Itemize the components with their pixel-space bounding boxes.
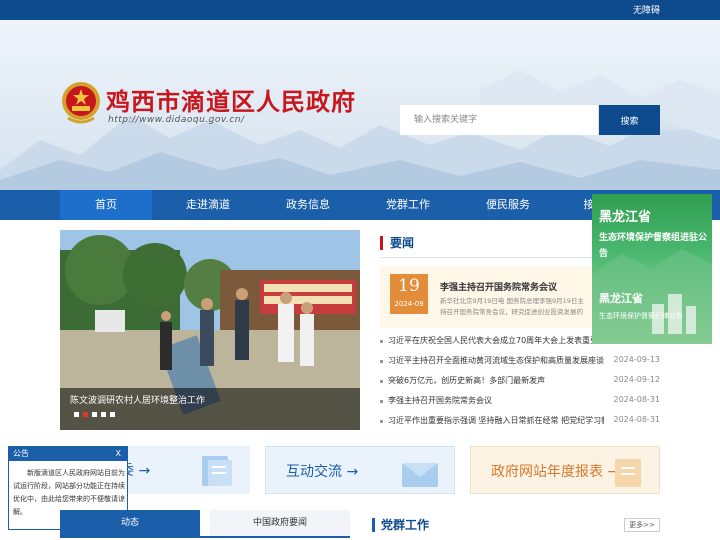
slide-dot[interactable] (74, 412, 79, 417)
header-banner: 鸡西市滴道区人民政府 http://www.didaoqu.gov.cn/ 搜索 (0, 20, 720, 190)
headline-title[interactable]: 李强主持召开国务院常务会议 (440, 280, 557, 293)
bullet-icon (380, 340, 383, 343)
news-section-title[interactable]: 要闻 (390, 234, 414, 251)
bullet-icon (380, 380, 383, 383)
ad-line-3: 黑龙江省 (599, 292, 643, 305)
report-icon (615, 459, 641, 487)
list-item-title[interactable]: 习近平在庆祝全国人民代表大会成立70周年大会上发表重要讲话 (388, 335, 604, 346)
slide-dot[interactable] (101, 412, 106, 417)
bullet-icon (380, 400, 383, 403)
list-item-title[interactable]: 习近平作出重要指示强调 坚持融入日常抓在经常 把党纪学习教育成果转化 (388, 415, 604, 426)
ad-line-2: 生态环境保护督察组进驻公告 (599, 233, 708, 259)
list-item-date: 2024-08-31 (613, 415, 661, 424)
slide-dot-active[interactable] (83, 412, 88, 417)
slide-dot[interactable] (110, 412, 115, 417)
card-annual-report[interactable]: 政府网站年度报表 → (470, 446, 660, 494)
list-item[interactable]: 习近平作出重要指示强调 坚持融入日常抓在经常 把党纪学习教育成果转化 2024-… (380, 414, 660, 430)
headline-date: 19 2024-09 (390, 274, 428, 314)
card-interaction[interactable]: 互动交流 → (265, 446, 455, 494)
search-button[interactable]: 搜索 (599, 105, 660, 135)
slide-indicators (74, 406, 119, 420)
nav-item-services[interactable]: 便民服务 (462, 190, 554, 220)
list-item-date: 2024-09-12 (613, 375, 661, 384)
accessibility-link[interactable]: 无障碍 (633, 3, 660, 16)
card-label[interactable]: 政府网站年度报表 → (491, 461, 619, 481)
ad-line-1: 黑龙江省 (599, 210, 652, 225)
list-item-date: 2024-09-13 (613, 355, 661, 364)
tab-local-news[interactable]: 动态 (60, 510, 200, 536)
document-icon (202, 456, 232, 486)
eco-inspection-ad[interactable]: 黑龙江省 生态环境保护督察组进驻公告 黑龙江省 生态环境保护督察纪律公告 (592, 194, 712, 344)
slide-caption[interactable]: 陈文波调研农村人居环境整治工作 (70, 393, 205, 406)
party-section-title[interactable]: 党群工作 (381, 516, 429, 533)
notice-close-button[interactable]: X (116, 447, 121, 461)
more-button[interactable]: 更多>> (624, 518, 660, 532)
nav-item-party-work[interactable]: 党群工作 (362, 190, 454, 220)
headline-news[interactable]: 19 2024-09 李强主持召开国务院常务会议 新华社北京9月19日电 国务院… (380, 266, 592, 328)
tab-underline (60, 536, 350, 538)
card-label[interactable]: 互动交流 → (286, 461, 358, 481)
tab-china-gov-news[interactable]: 中国政府要闻 (210, 510, 350, 536)
list-item[interactable]: 李强主持召开国务院常务会议 2024-08-31 (380, 394, 660, 410)
top-bar: 无障碍 (0, 0, 720, 20)
nav-item-about[interactable]: 走进滴道 (162, 190, 254, 220)
notice-title: 公告 (9, 447, 127, 461)
section-marker (372, 518, 375, 532)
news-divider (380, 257, 592, 258)
headline-year-month: 2024-09 (394, 300, 424, 308)
site-url: http://www.didaoqu.gov.cn/ (108, 115, 245, 125)
headline-summary: 新华社北京9月19日电 国务院总理李强9月19日主持召开国务院常务会议，研究促进… (440, 297, 584, 316)
list-item-title[interactable]: 李强主持召开国务院常务会议 (388, 395, 604, 406)
list-item-title[interactable]: 习近平主持召开全面推动黄河流域生态保护和高质量发展座谈会 (388, 355, 604, 366)
mail-icon (402, 463, 438, 487)
list-item-date: 2024-08-31 (613, 395, 661, 404)
site-title[interactable]: 鸡西市滴道区人民政府 (106, 82, 356, 117)
slide-dot[interactable] (92, 412, 97, 417)
national-emblem-icon (62, 82, 100, 124)
nav-item-home[interactable]: 首页 (60, 190, 152, 220)
search-input[interactable] (400, 105, 598, 135)
news-slider[interactable]: 陈文波调研农村人居环境整治工作 (60, 230, 360, 430)
list-item[interactable]: 习近平主持召开全面推动黄河流域生态保护和高质量发展座谈会 2024-09-13 (380, 354, 660, 370)
bullet-icon (380, 360, 383, 363)
headline-day: 19 (398, 276, 420, 296)
list-item-title[interactable]: 突破6万亿元，创历史新高！多部门最新发声 (388, 375, 604, 386)
ad-line-4: 生态环境保护督察纪律公告 (599, 312, 683, 320)
nav-item-government-info[interactable]: 政务信息 (262, 190, 354, 220)
bullet-icon (380, 420, 383, 423)
section-marker (380, 236, 383, 250)
list-item[interactable]: 突破6万亿元，创历史新高！多部门最新发声 2024-09-12 (380, 374, 660, 390)
